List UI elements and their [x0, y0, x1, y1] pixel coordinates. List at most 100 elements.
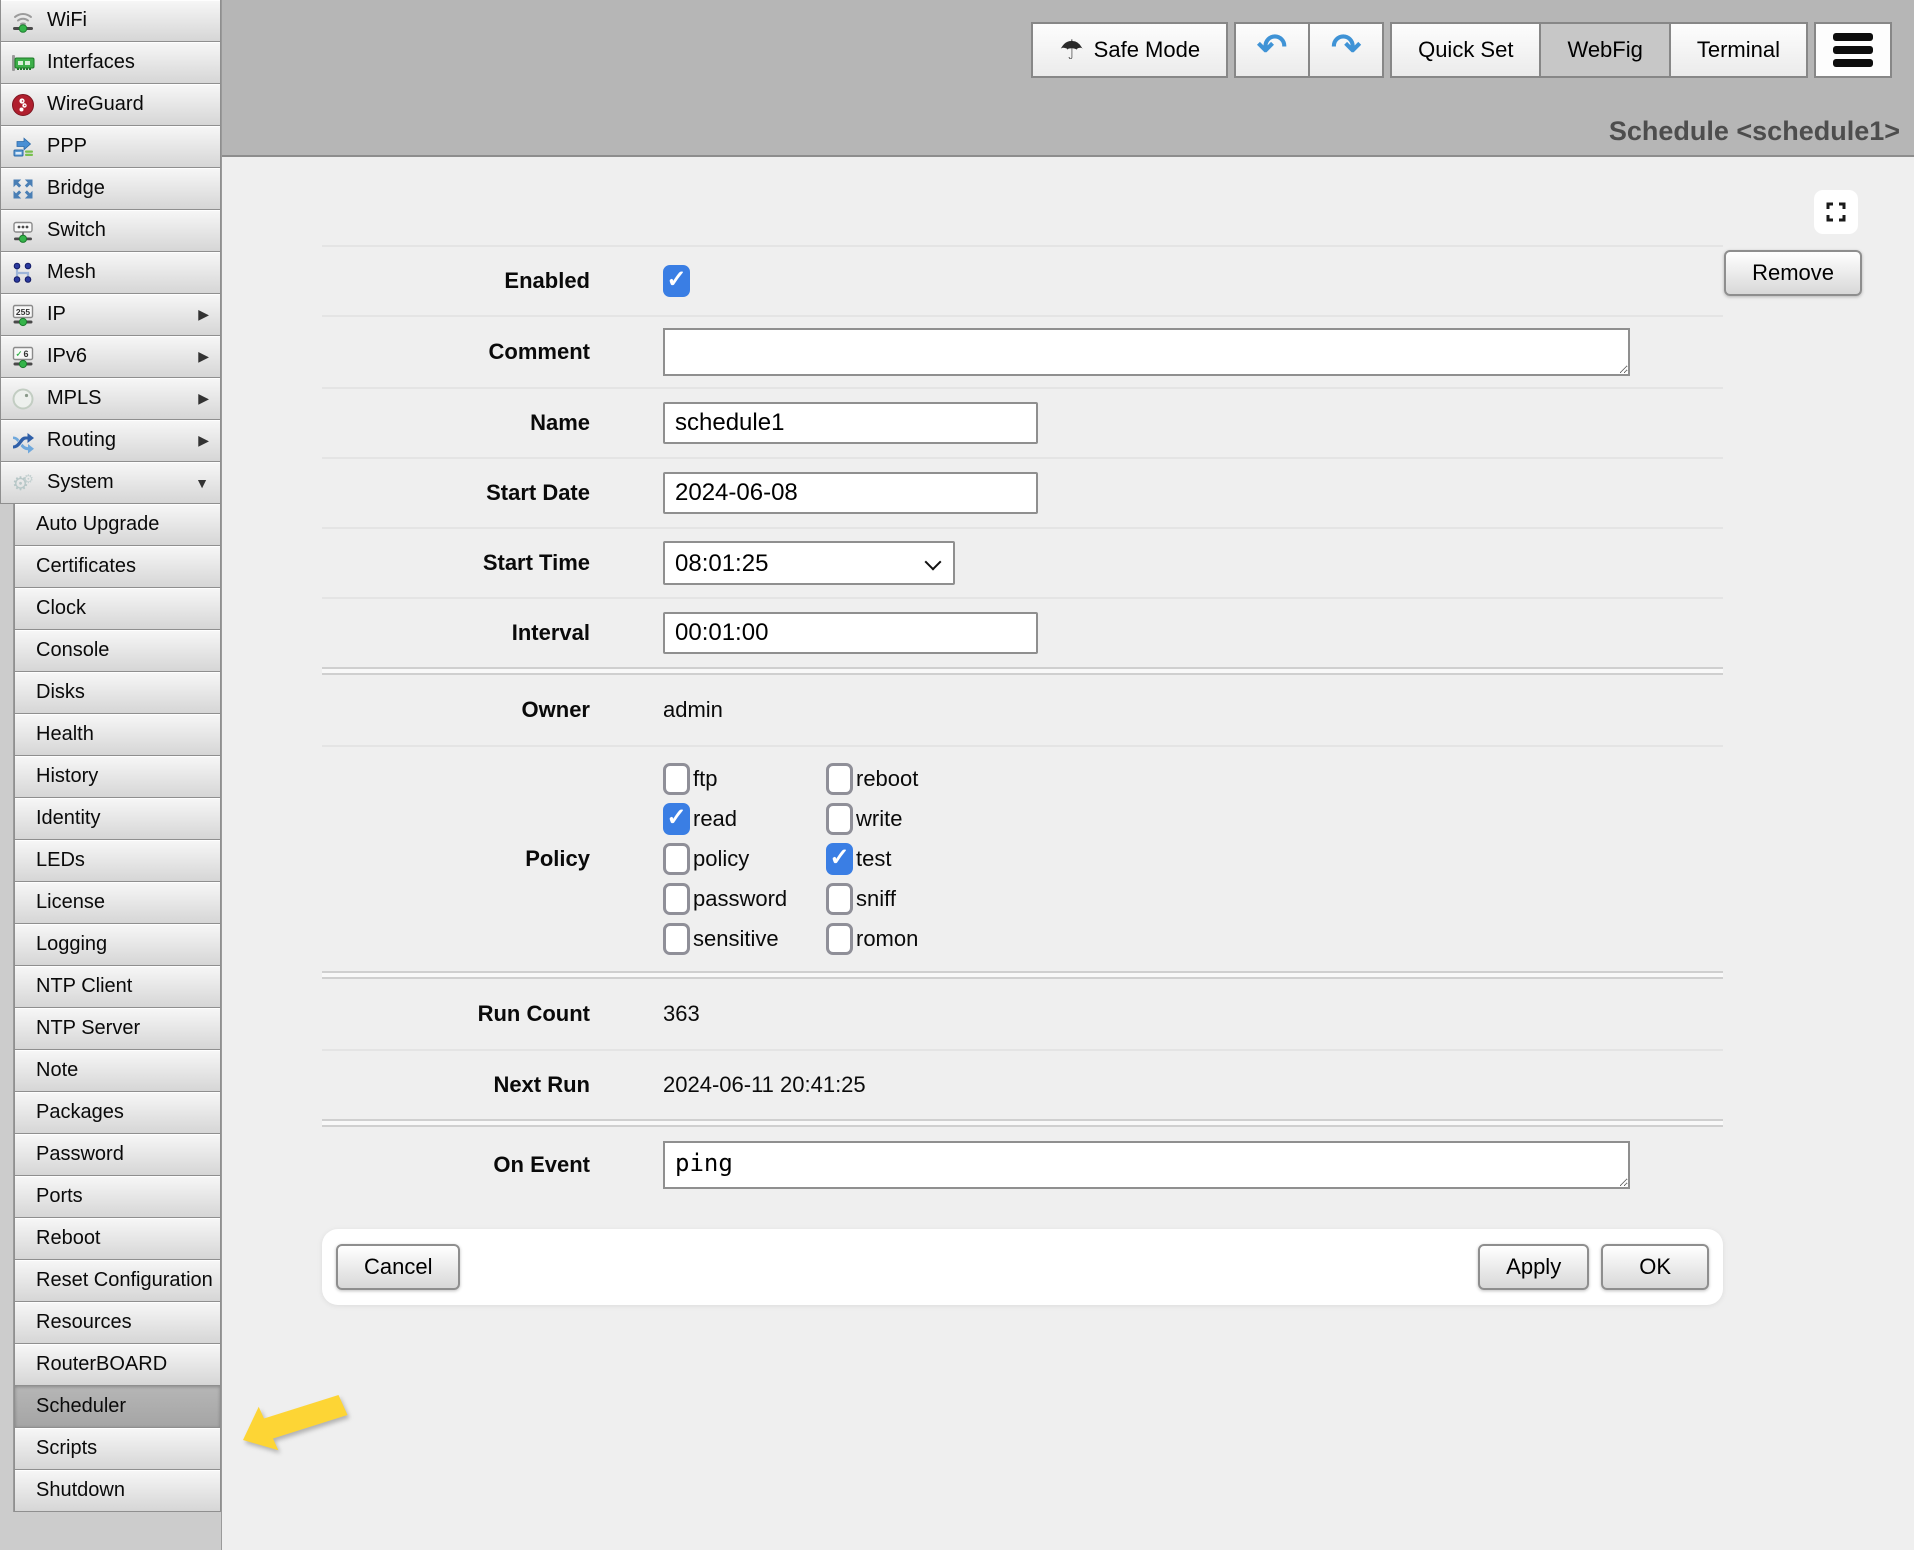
redo-button[interactable]: ↷ [1308, 22, 1384, 78]
sidebar-item-ppp[interactable]: PPP [0, 125, 221, 168]
policy-checkbox-policy[interactable] [663, 843, 690, 875]
undo-button[interactable]: ↶ [1234, 22, 1310, 78]
sidebar-item-console[interactable]: Console [14, 629, 221, 672]
tab-webfig[interactable]: WebFig [1539, 22, 1670, 78]
sidebar-item-mesh[interactable]: Mesh [0, 251, 221, 294]
sidebar-item-resources[interactable]: Resources [14, 1301, 221, 1344]
sidebar-item-identity[interactable]: Identity [14, 797, 221, 840]
sidebar-item-ports[interactable]: Ports [14, 1175, 221, 1218]
sidebar-item-interfaces[interactable]: Interfaces [0, 41, 221, 84]
sidebar-item-auto-upgrade[interactable]: Auto Upgrade [14, 503, 221, 546]
start-time-select[interactable]: 08:01:25 [663, 541, 955, 585]
sidebar-item-switch[interactable]: Switch [0, 209, 221, 252]
row-owner: Owner admin [322, 675, 1723, 745]
policy-option-reboot[interactable]: reboot [826, 763, 918, 795]
sidebar-item-ntp-server[interactable]: NTP Server [14, 1007, 221, 1050]
policy-grid: ftpreboot read writepolicytest password snif… [663, 763, 918, 955]
sidebar-item-health[interactable]: Health [14, 713, 221, 756]
section-divider [322, 1119, 1723, 1127]
svg-text:⚙: ⚙ [23, 472, 34, 486]
policy-checkbox-sniff[interactable] [826, 883, 853, 915]
sidebar-item-routing[interactable]: Routing▶ [0, 419, 221, 462]
sidebar-item-reset-configuration[interactable]: Reset Configuration [14, 1259, 221, 1302]
fullscreen-button[interactable] [1814, 190, 1858, 234]
tab-terminal[interactable]: Terminal [1669, 22, 1808, 78]
top-toolbar: ☂ Safe Mode ↶ ↷ Quick Set WebFig Termina… [1031, 22, 1892, 78]
policy-option-label: password [693, 886, 787, 912]
sidebar-item-ipv6[interactable]: ✓6IPv6▶ [0, 335, 221, 378]
name-input[interactable] [663, 402, 1038, 444]
sidebar-item-disks[interactable]: Disks [14, 671, 221, 714]
hamburger-menu-button[interactable] [1814, 22, 1892, 78]
sidebar-item-wifi[interactable]: WiFi [0, 0, 221, 42]
sidebar-item-history[interactable]: History [14, 755, 221, 798]
policy-checkbox-reboot[interactable] [826, 763, 853, 795]
sidebar-item-packages[interactable]: Packages [14, 1091, 221, 1134]
policy-option-write[interactable]: write [826, 803, 918, 835]
ok-button[interactable]: OK [1601, 1244, 1709, 1290]
sidebar-item-scheduler[interactable]: Scheduler [14, 1385, 221, 1428]
safe-mode-button[interactable]: ☂ Safe Mode [1031, 22, 1228, 78]
sidebar-item-logging[interactable]: Logging [14, 923, 221, 966]
sidebar-item-bridge[interactable]: Bridge [0, 167, 221, 210]
sidebar-item-certificates[interactable]: Certificates [14, 545, 221, 588]
policy-checkbox-ftp[interactable] [663, 763, 690, 795]
policy-option-policy[interactable]: policy [663, 843, 826, 875]
policy-checkbox-romon[interactable] [826, 923, 853, 955]
interval-input[interactable] [663, 612, 1038, 654]
enabled-checkbox[interactable] [663, 265, 690, 297]
policy-checkbox-sensitive[interactable] [663, 923, 690, 955]
on-event-label: On Event [322, 1152, 590, 1178]
enabled-label: Enabled [322, 268, 590, 294]
policy-option-ftp[interactable]: ftp [663, 763, 826, 795]
fullscreen-icon [1821, 197, 1851, 227]
wireguard-icon [9, 92, 37, 118]
policy-option-password[interactable]: password [663, 883, 826, 915]
policy-option-sniff[interactable]: sniff [826, 883, 918, 915]
sidebar-item-license[interactable]: License [14, 881, 221, 924]
sidebar-item-scripts[interactable]: Scripts [14, 1427, 221, 1470]
on-event-textarea[interactable]: ping [663, 1141, 1630, 1189]
sidebar-menu: WiFiInterfacesWireGuardPPPBridgeSwitchMe… [0, 0, 222, 1550]
sidebar-item-reboot[interactable]: Reboot [14, 1217, 221, 1260]
sidebar-item-password[interactable]: Password [14, 1133, 221, 1176]
sidebar-item-routerboard[interactable]: RouterBOARD [14, 1343, 221, 1386]
view-tabs-group: Quick Set WebFig Terminal [1390, 22, 1808, 78]
cancel-button[interactable]: Cancel [336, 1244, 460, 1290]
run-count-value: 363 [663, 1001, 700, 1027]
sidebar-item-system[interactable]: ⚙⚙System▼ [0, 461, 221, 504]
policy-option-label: sensitive [693, 926, 779, 952]
policy-checkbox-write[interactable] [826, 803, 853, 835]
umbrella-icon: ☂ [1059, 37, 1083, 64]
sidebar-item-note[interactable]: Note [14, 1049, 221, 1092]
comment-textarea[interactable] [663, 328, 1630, 376]
policy-option-sensitive[interactable]: sensitive [663, 923, 826, 955]
policy-option-label: read [693, 806, 737, 832]
policy-option-test[interactable]: test [826, 843, 918, 875]
policy-option-read[interactable]: read [663, 803, 826, 835]
apply-button[interactable]: Apply [1478, 1244, 1589, 1290]
row-policy: Policy ftpreboot read writepolicytest passw… [322, 745, 1723, 971]
chevron-down-icon: ▼ [195, 475, 214, 491]
sidebar-item-clock[interactable]: Clock [14, 587, 221, 630]
policy-checkbox-test[interactable] [826, 843, 853, 875]
policy-label: Policy [322, 846, 590, 872]
policy-option-romon[interactable]: romon [826, 923, 918, 955]
start-date-input[interactable] [663, 472, 1038, 514]
schedule-form: Enabled Comment Name Start Date Start Ti… [322, 245, 1723, 1305]
sidebar-item-wireguard[interactable]: WireGuard [0, 83, 221, 126]
sidebar-item-leds[interactable]: LEDs [14, 839, 221, 882]
svg-text:6: 6 [23, 348, 28, 358]
ppp-icon [9, 134, 37, 160]
sidebar-item-mpls[interactable]: MPLS▶ [0, 377, 221, 420]
annotation-arrow [240, 1390, 355, 1456]
remove-button[interactable]: Remove [1724, 250, 1862, 296]
policy-checkbox-password[interactable] [663, 883, 690, 915]
svg-text:255: 255 [16, 306, 30, 316]
policy-checkbox-read[interactable] [663, 803, 690, 835]
row-name: Name [322, 387, 1723, 457]
sidebar-item-ntp-client[interactable]: NTP Client [14, 965, 221, 1008]
sidebar-item-ip[interactable]: 255IP▶ [0, 293, 221, 336]
sidebar-item-shutdown[interactable]: Shutdown [14, 1469, 221, 1512]
tab-quick-set[interactable]: Quick Set [1390, 22, 1541, 78]
